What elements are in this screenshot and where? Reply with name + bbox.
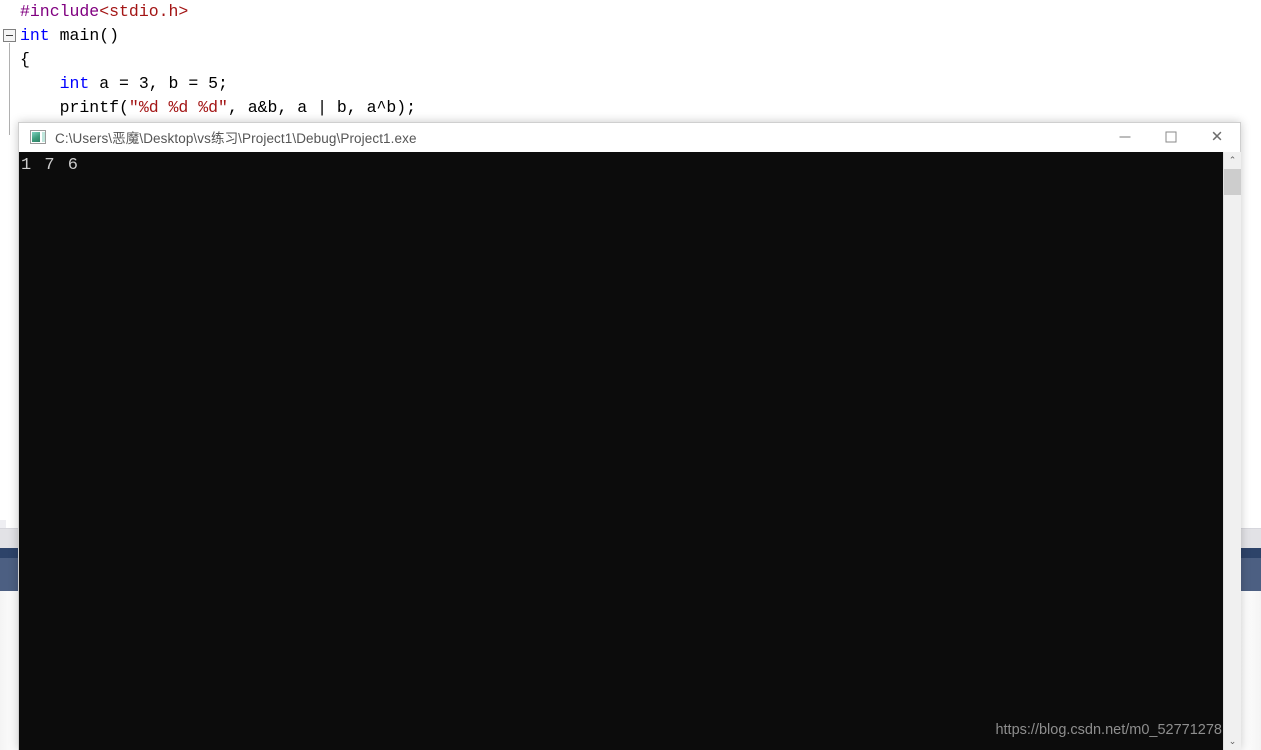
code-line: printf("%d %d %d", a&b, a | b, a^b); xyxy=(0,96,1261,120)
code-line-text: int a = 3, b = 5; xyxy=(20,72,228,96)
vs-right-gutter xyxy=(1241,591,1261,750)
code-line: #include<stdio.h> xyxy=(0,0,1261,24)
console-window-icon xyxy=(30,130,46,144)
scrollbar-thumb[interactable] xyxy=(1224,169,1241,195)
code-token: a = 3, b = 5; xyxy=(89,74,228,93)
code-line: { xyxy=(0,48,1261,72)
code-line-text: #include<stdio.h> xyxy=(20,0,188,24)
collapse-toggle-icon[interactable] xyxy=(3,29,16,42)
code-line: int a = 3, b = 5; xyxy=(0,72,1261,96)
console-window[interactable]: C:\Users\恶魔\Desktop\vs练习\Project1\Debug\… xyxy=(18,122,1241,750)
code-line: int main() xyxy=(0,24,1261,48)
minimize-icon xyxy=(1119,136,1131,138)
maximize-icon xyxy=(1165,131,1177,143)
close-button[interactable]: ✕ xyxy=(1194,123,1240,152)
console-scrollbar[interactable]: ⌃ ⌄ xyxy=(1223,152,1241,750)
code-token: { xyxy=(20,50,30,69)
vs-left-gutter xyxy=(0,591,18,750)
code-token: int xyxy=(20,26,50,45)
console-output-text: 1 7 6 xyxy=(21,156,80,175)
code-line-text: printf("%d %d %d", a&b, a | b, a^b); xyxy=(20,96,417,120)
code-token: <stdio.h> xyxy=(99,2,189,21)
code-line-text: { xyxy=(20,48,30,72)
scrollbar-track[interactable] xyxy=(1224,195,1241,733)
screenshot-root: #include<stdio.h> int main(){ int a = 3, … xyxy=(0,0,1261,750)
code-token: printf( xyxy=(20,98,129,117)
scrollbar-up-arrow-icon[interactable]: ⌃ xyxy=(1224,152,1241,169)
code-line-text: int main() xyxy=(20,24,119,48)
code-token: int xyxy=(59,74,90,93)
console-title-text: C:\Users\恶魔\Desktop\vs练习\Project1\Debug\… xyxy=(55,131,417,146)
code-token: main() xyxy=(49,26,120,45)
console-titlebar[interactable]: C:\Users\恶魔\Desktop\vs练习\Project1\Debug\… xyxy=(19,123,1240,152)
code-token: "%d %d %d" xyxy=(128,98,228,117)
watermark-text: https://blog.csdn.net/m0_52771278 xyxy=(995,722,1222,738)
outlining-guide-line xyxy=(9,43,10,135)
minimize-button[interactable] xyxy=(1102,123,1148,152)
maximize-button[interactable] xyxy=(1148,123,1194,152)
console-output-area[interactable]: 1 7 6 https://blog.csdn.net/m0_52771278 xyxy=(19,152,1240,750)
close-icon: ✕ xyxy=(1210,128,1224,146)
scrollbar-down-arrow-icon[interactable]: ⌄ xyxy=(1224,733,1241,750)
code-token: #include xyxy=(20,2,100,21)
code-token: , a&b, a | b, a^b); xyxy=(227,98,417,117)
